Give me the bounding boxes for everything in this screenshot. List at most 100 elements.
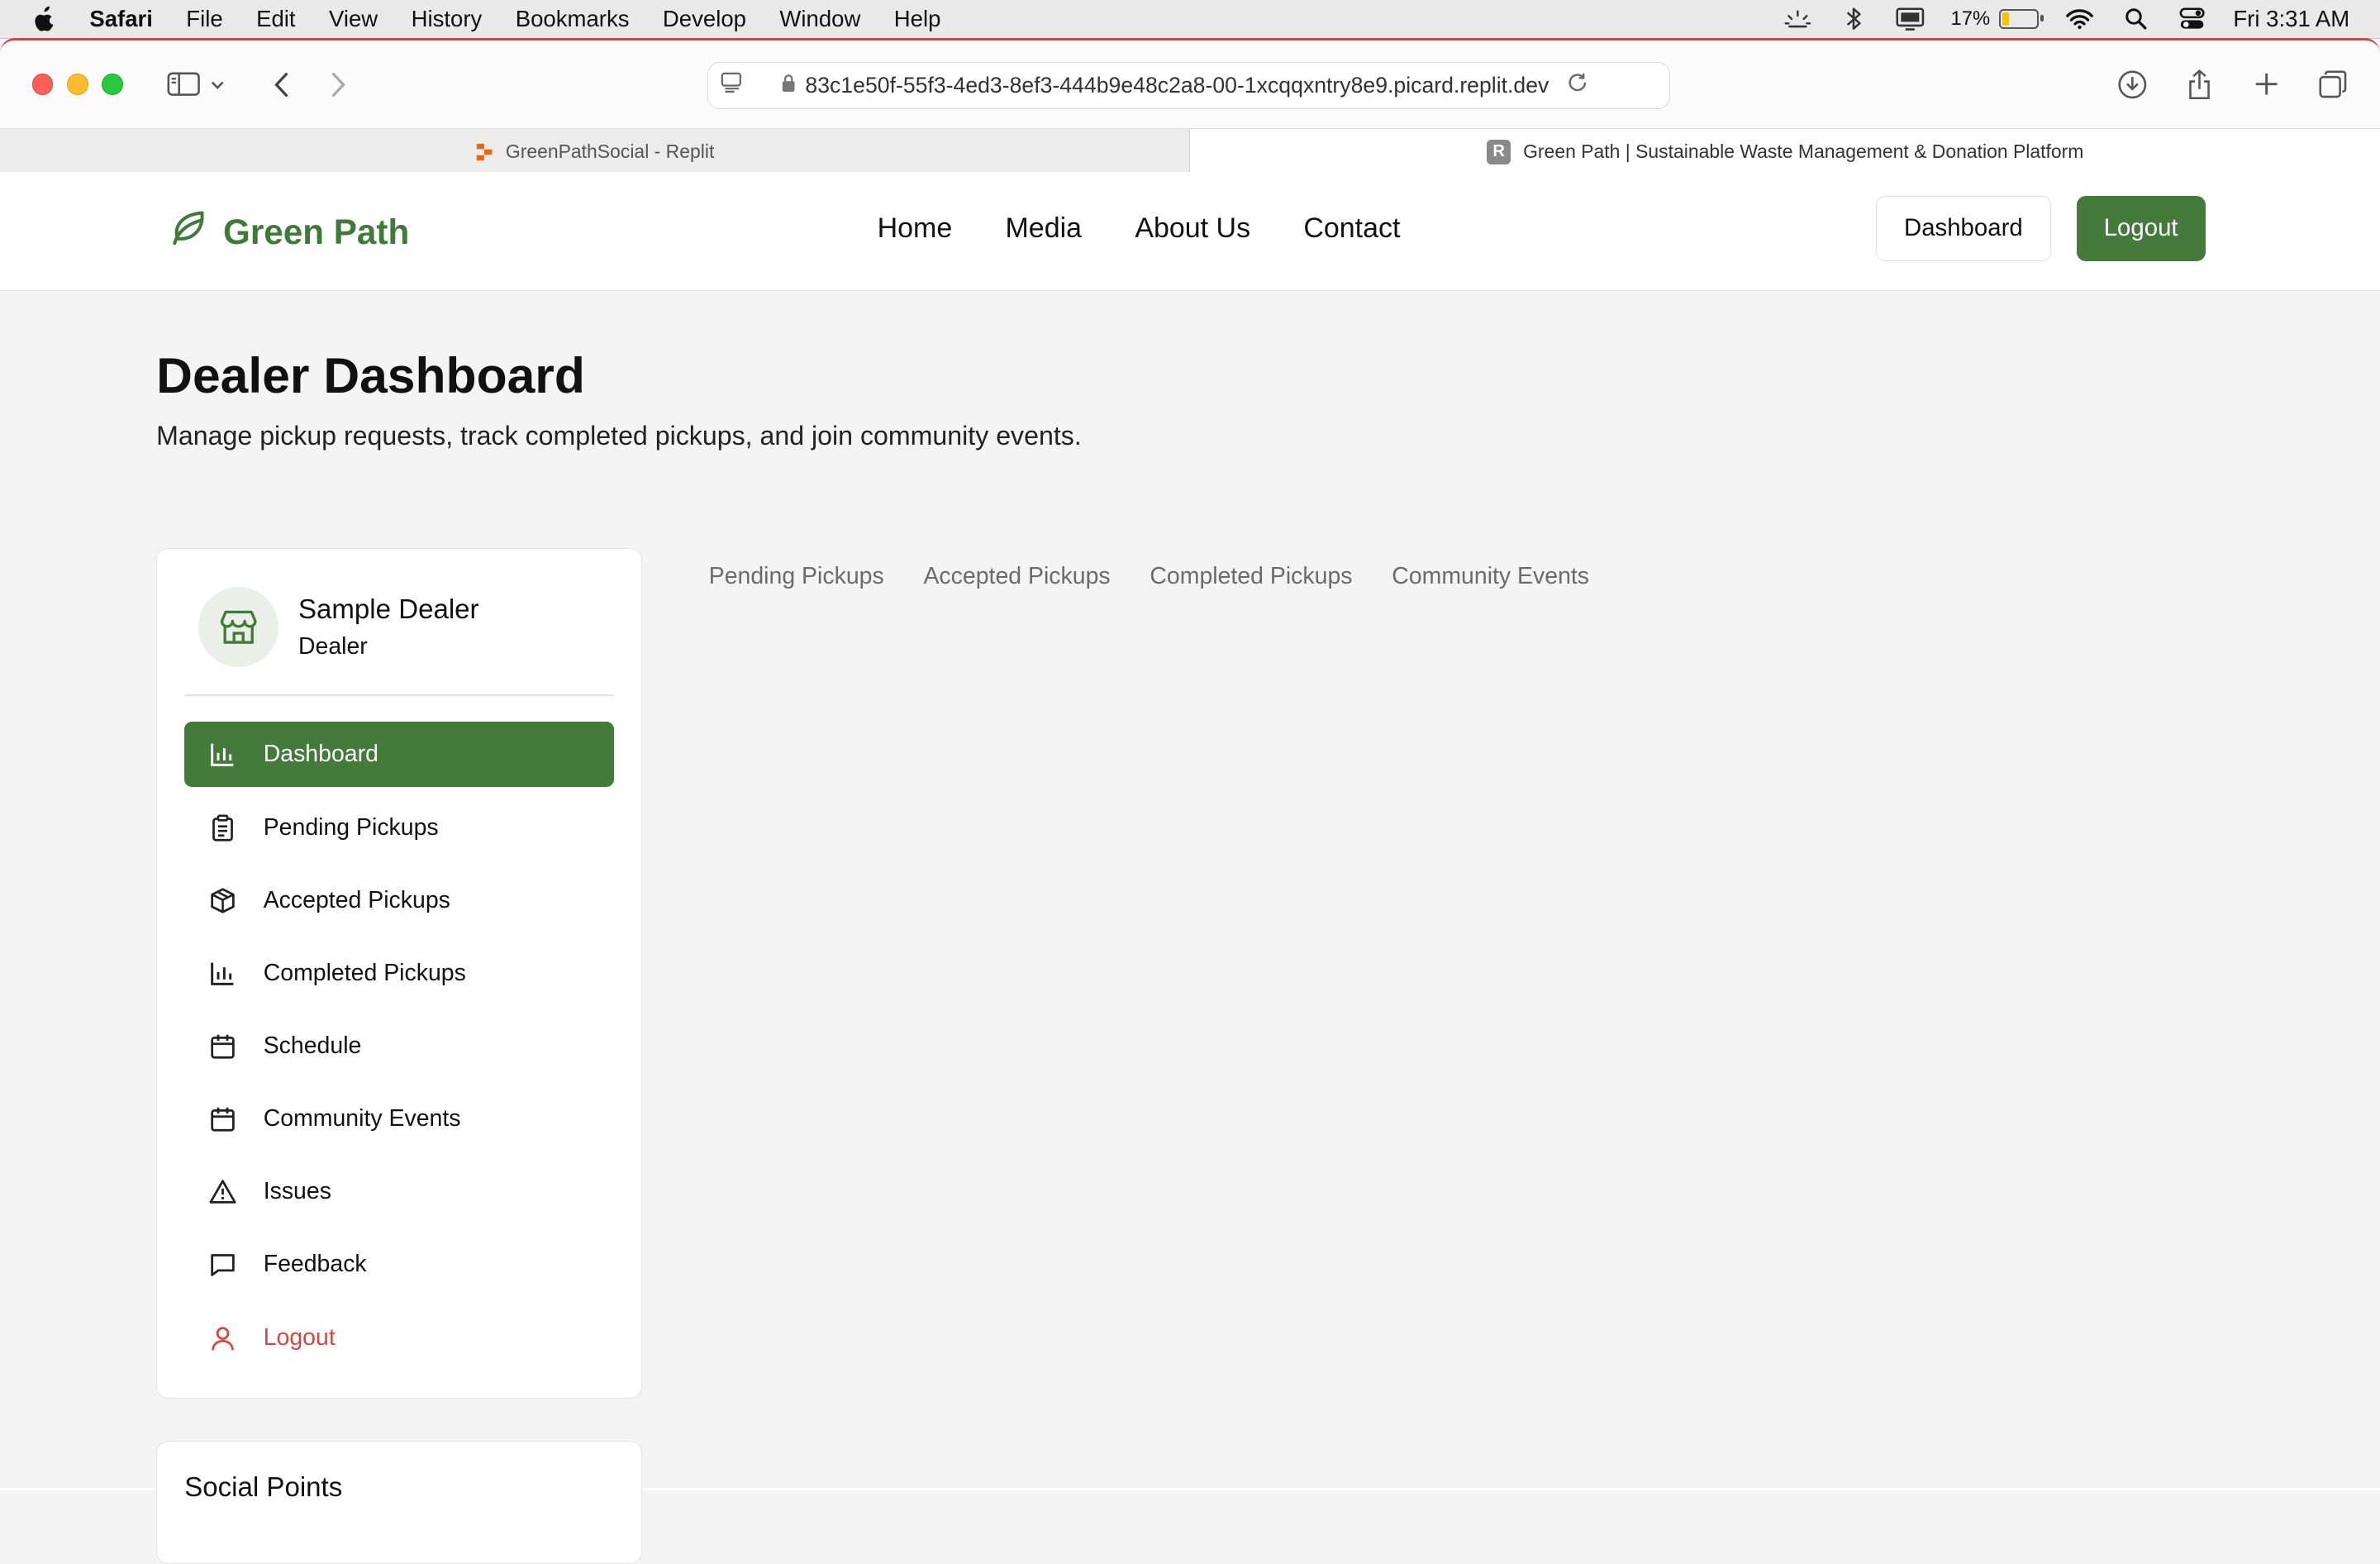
sidebar-item-label: Feedback — [263, 1251, 367, 1278]
toolbar-actions — [2113, 64, 2353, 104]
social-points-card: Social Points — [156, 1441, 643, 1564]
sidebar-item-pending-pickups[interactable]: Pending Pickups — [184, 795, 614, 861]
nav-about-us[interactable]: About Us — [1135, 212, 1250, 245]
avatar — [198, 586, 279, 668]
forward-icon[interactable] — [319, 64, 359, 104]
calendar-icon — [207, 1104, 238, 1134]
browser-tab-bar: GreenPathSocial - Replit R Green Path | … — [0, 128, 2380, 176]
tab-title: GreenPathSocial - Replit — [505, 141, 715, 163]
menu-bookmarks[interactable]: Bookmarks — [516, 6, 630, 32]
bluetooth-icon[interactable] — [1839, 7, 1869, 31]
close-window-button[interactable] — [31, 74, 54, 96]
dashboard-button[interactable]: Dashboard — [1876, 195, 2051, 262]
tab-completed-pickups[interactable]: Completed Pickups — [1150, 563, 1352, 590]
nav-media[interactable]: Media — [1006, 212, 1083, 245]
profile-summary: Sample Dealer Dealer — [198, 586, 479, 668]
sidebar-item-completed-pickups[interactable]: Completed Pickups — [184, 941, 614, 1006]
profile-name: Sample Dealer — [298, 594, 479, 625]
sidebar-card: Sample Dealer Dealer Dashboard Pending P… — [156, 548, 643, 1399]
browser-toolbar: 83c1e50f-55f3-4ed3-8ef3-444b9e48c2a8-00-… — [0, 40, 2380, 129]
menu-app-name[interactable]: Safari — [89, 6, 153, 32]
leaf-icon — [169, 208, 208, 256]
tab-community-events[interactable]: Community Events — [1392, 563, 1589, 590]
menu-history[interactable]: History — [412, 6, 483, 32]
battery-status[interactable]: 17% — [1950, 7, 2044, 31]
sidebar-item-logout[interactable]: Logout — [184, 1305, 614, 1371]
calendar-icon — [207, 1031, 238, 1061]
menu-view[interactable]: View — [329, 6, 378, 32]
url-text[interactable]: 83c1e50f-55f3-4ed3-8ef3-444b9e48c2a8-00-… — [805, 73, 1549, 98]
sidebar-item-label: Completed Pickups — [263, 959, 466, 986]
wifi-icon[interactable] — [2065, 7, 2096, 31]
site-favicon-icon: R — [1487, 140, 1511, 165]
browser-tab-green-path[interactable]: R Green Path | Sustainable Waste Managem… — [1190, 129, 2380, 175]
clipboard-icon — [207, 813, 238, 843]
site-header: Green Path Home Media About Us Contact D… — [0, 171, 2380, 291]
sidebar-item-community-events[interactable]: Community Events — [184, 1086, 614, 1152]
menu-help[interactable]: Help — [894, 6, 941, 32]
bar-chart-icon — [207, 958, 238, 989]
sidebar-item-label: Schedule — [263, 1032, 362, 1059]
package-icon — [207, 885, 238, 916]
display-icon[interactable] — [1895, 7, 1925, 31]
reload-icon[interactable] — [1567, 72, 1588, 99]
spotlight-search-icon[interactable] — [2121, 7, 2152, 31]
site-logo[interactable]: Green Path — [169, 208, 409, 256]
page-title: Dealer Dashboard — [156, 346, 585, 403]
battery-level-fill — [2002, 12, 2009, 26]
tab-pending-pickups[interactable]: Pending Pickups — [709, 563, 884, 590]
sidebar-item-label: Logout — [263, 1323, 336, 1351]
sidebar-item-schedule[interactable]: Schedule — [184, 1013, 614, 1079]
macos-menu-bar: Safari File Edit View History Bookmarks … — [0, 0, 2380, 39]
sidebar-item-label: Issues — [263, 1178, 331, 1205]
battery-percent: 17% — [1950, 7, 1991, 30]
menu-edit[interactable]: Edit — [256, 6, 295, 32]
sidebar-toggle-icon[interactable] — [164, 64, 204, 104]
tab-accepted-pickups[interactable]: Accepted Pickups — [923, 563, 1110, 590]
back-icon[interactable] — [261, 64, 301, 104]
minimize-window-button[interactable] — [66, 74, 88, 96]
browser-tab-replit[interactable]: GreenPathSocial - Replit — [0, 129, 1191, 175]
page-subtitle: Manage pickup requests, track completed … — [156, 420, 1082, 451]
header-logout-button[interactable]: Logout — [2076, 195, 2206, 261]
share-icon[interactable] — [2180, 64, 2220, 104]
menu-clock[interactable]: Fri 3:31 AM — [2233, 6, 2349, 32]
bar-chart-icon — [207, 740, 238, 770]
sidebar-item-issues[interactable]: Issues — [184, 1159, 614, 1224]
web-page: Green Path Home Media About Us Contact D… — [0, 171, 2380, 1564]
nav-contact[interactable]: Contact — [1303, 212, 1400, 245]
page-menu-icon[interactable] — [721, 72, 745, 99]
sidebar-menu: Dashboard Pending Pickups Accepted Picku… — [184, 722, 614, 1377]
sidebar-item-label: Dashboard — [263, 741, 378, 768]
nav-home[interactable]: Home — [878, 212, 953, 245]
tab-overview-icon[interactable] — [2313, 64, 2353, 104]
apple-logo-icon[interactable] — [32, 5, 60, 32]
profile-role: Dealer — [298, 632, 368, 660]
sidebar-item-dashboard[interactable]: Dashboard — [184, 722, 614, 788]
window-controls — [31, 74, 124, 96]
user-icon — [207, 1323, 238, 1353]
chevron-down-icon[interactable] — [207, 64, 228, 104]
downloads-icon[interactable] — [2113, 64, 2153, 104]
menu-develop[interactable]: Develop — [663, 6, 746, 32]
address-bar[interactable]: 83c1e50f-55f3-4ed3-8ef3-444b9e48c2a8-00-… — [707, 61, 1670, 109]
zoom-window-button[interactable] — [102, 74, 124, 96]
menu-file[interactable]: File — [186, 6, 222, 32]
sidebar-item-feedback[interactable]: Feedback — [184, 1232, 614, 1297]
content-tab-list: Pending Pickups Accepted Pickups Complet… — [709, 563, 1589, 590]
battery-icon — [1999, 8, 2044, 30]
brand-name: Green Path — [222, 212, 410, 251]
main-nav: Home Media About Us Contact — [878, 212, 1401, 245]
profile-divider — [184, 694, 614, 697]
sidebar-item-accepted-pickups[interactable]: Accepted Pickups — [184, 868, 614, 933]
warning-icon — [207, 1176, 238, 1207]
brightness-icon[interactable] — [1783, 7, 1813, 31]
control-center-icon[interactable] — [2177, 7, 2207, 31]
tab-title: Green Path | Sustainable Waste Managemen… — [1523, 141, 2084, 163]
menu-window[interactable]: Window — [779, 6, 860, 32]
store-icon — [220, 610, 257, 644]
message-icon — [207, 1250, 238, 1280]
sidebar-item-label: Pending Pickups — [263, 813, 439, 841]
lock-icon — [781, 73, 796, 98]
new-tab-icon[interactable] — [2246, 64, 2286, 104]
